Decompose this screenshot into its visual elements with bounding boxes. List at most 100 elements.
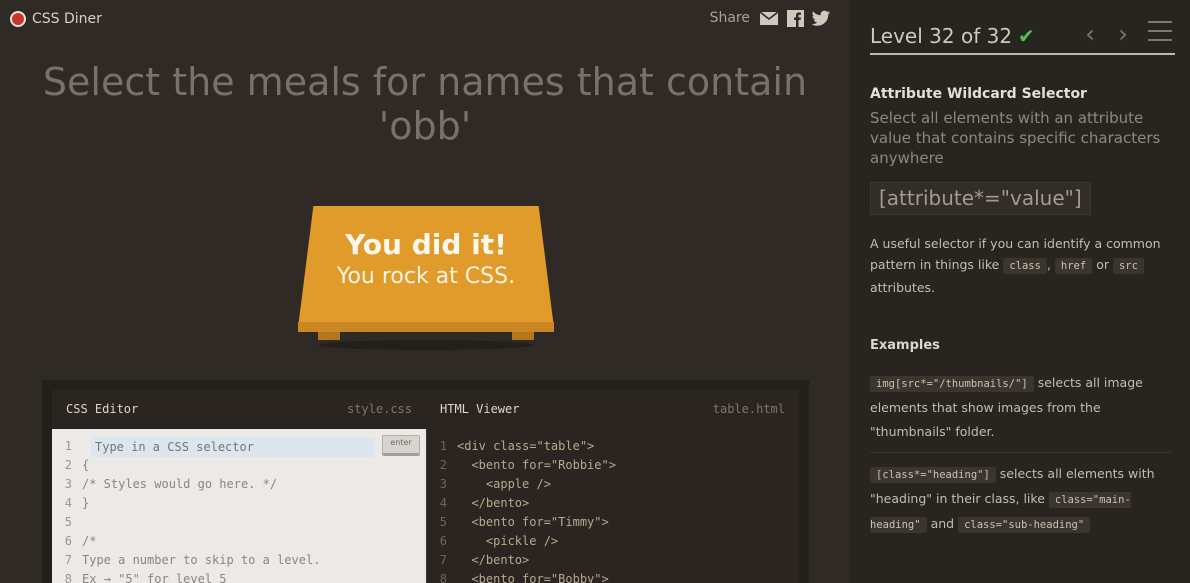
checkmark-icon: ✔ [1018, 24, 1035, 48]
selector-syntax: [attribute*="value"] [870, 182, 1091, 215]
css-editor-title: CSS Editor [66, 402, 139, 416]
code-text: <bento for="Bobby"> [457, 572, 609, 583]
facebook-icon[interactable] [786, 9, 804, 27]
line-number: 3 [439, 477, 447, 491]
menu-icon[interactable] [1148, 21, 1172, 41]
code-line: 5 <bento for="Timmy"> [427, 513, 609, 532]
code-text: Type a number to skip to a level. [82, 553, 321, 567]
code-line: 1 [52, 437, 82, 456]
code-line: 4 </bento> [427, 494, 529, 513]
code-line: 8 Ex → "5" for level 5 [52, 570, 227, 583]
code-line: 8 <bento for="Bobby"> [427, 570, 609, 583]
table-shadow [318, 340, 534, 350]
example-2-code: [class*="heading"] [870, 467, 996, 483]
css-editor-body: enter 12{3/* Styles would go here. */4}5… [52, 429, 426, 583]
html-viewer-body: 1 <div class="table"> 2 <bento for="Robbie… [426, 429, 799, 583]
sidebar: Level 32 of 32 ✔ ‹ › Attribute Wildcard … [850, 0, 1190, 583]
examples-heading: Examples [870, 338, 940, 353]
code-line: 3 /* Styles would go here. */ [52, 475, 277, 494]
code-text: <bento for="Timmy"> [457, 515, 609, 529]
next-level-button[interactable]: › [1113, 20, 1133, 48]
line-number: 1 [64, 439, 72, 453]
css-file-name: style.css [346, 402, 412, 416]
level-instruction: Select the meals for names that contain … [42, 60, 808, 148]
code-line: 6 /* [52, 532, 97, 551]
code-text: /* [82, 534, 97, 548]
share-bar: Share [709, 9, 830, 27]
code-text: /* Styles would go here. */ [82, 477, 278, 491]
hint-tag-src: src [1112, 258, 1144, 274]
level-progress-fill [870, 53, 1175, 55]
line-number: 7 [64, 553, 72, 567]
enter-button[interactable]: enter [382, 435, 420, 456]
line-number: 2 [439, 458, 447, 472]
hint-or: or [1096, 257, 1109, 272]
line-number: 8 [64, 572, 72, 583]
example-2: [class*="heading"] selects all elements … [870, 462, 1175, 537]
code-line: 5 [52, 513, 82, 532]
previous-level-button[interactable]: ‹ [1080, 20, 1100, 48]
win-subtitle: You rock at CSS. [336, 264, 516, 289]
html-viewer-pane: HTML Viewer table.html 1 <div class="tabl… [426, 390, 799, 583]
hint-tag-class: class [1003, 258, 1047, 274]
css-selector-input[interactable] [91, 437, 375, 457]
code-line: 2{ [52, 456, 89, 475]
level-indicator[interactable]: Level 32 of 32 [870, 24, 1012, 48]
selector-hint: A useful selector if you can identify a … [870, 233, 1175, 298]
code-line: 7 Type a number to skip to a level. [52, 551, 321, 570]
line-number: 5 [439, 515, 447, 529]
line-number: 6 [439, 534, 447, 548]
code-text: <bento for="Robbie"> [457, 458, 616, 472]
line-number: 7 [439, 553, 447, 567]
code-text: { [82, 458, 90, 472]
example-1: img[src*="/thumbnails/"] selects all ima… [870, 371, 1175, 444]
html-viewer-header: HTML Viewer table.html [426, 390, 799, 428]
css-editor-pane: CSS Editor style.css enter 12{3/* Styles… [52, 390, 426, 583]
example-2-and: and [930, 516, 955, 531]
email-icon[interactable] [760, 10, 778, 26]
line-number: 3 [64, 477, 72, 491]
dining-table: You did it! You rock at CSS. [298, 206, 554, 350]
level-progress-bar [870, 53, 1175, 55]
code-text: <pickle /> [457, 534, 559, 548]
html-file-name: table.html [712, 402, 785, 416]
code-line: 2 <bento for="Robbie"> [427, 456, 616, 475]
code-editor: CSS Editor style.css enter 12{3/* Styles… [42, 380, 809, 583]
line-number: 1 [439, 439, 447, 453]
selector-name: Attribute Wildcard Selector [870, 86, 1087, 102]
twitter-icon[interactable] [812, 10, 830, 26]
line-number: 6 [64, 534, 72, 548]
line-number: 4 [439, 496, 447, 510]
code-line: 4} [52, 494, 89, 513]
line-number: 8 [439, 572, 447, 583]
logo[interactable]: CSS Diner [10, 11, 102, 27]
code-line: 3 <apple /> [427, 475, 551, 494]
code-text: </bento> [457, 496, 530, 510]
line-number: 2 [64, 458, 72, 472]
app-name: CSS Diner [32, 11, 102, 27]
main-area: CSS Diner Share Select the meals for nam… [0, 0, 850, 583]
code-line: 6 <pickle /> [427, 532, 558, 551]
code-text: Ex → "5" for level 5 [82, 572, 227, 583]
hint-tag-href: href [1054, 258, 1093, 274]
share-label: Share [709, 10, 750, 26]
line-number: 4 [64, 496, 72, 510]
code-line: 7 </bento> [427, 551, 529, 570]
win-title: You did it! [345, 228, 507, 261]
logo-icon [10, 11, 26, 27]
hint-end: attributes. [870, 280, 936, 295]
examples-divider [870, 452, 1172, 453]
code-text: </bento> [457, 553, 530, 567]
level-header: Level 32 of 32 ✔ ‹ › [870, 18, 1175, 54]
html-viewer-title: HTML Viewer [440, 402, 520, 416]
table-edge [298, 322, 554, 332]
code-text: } [82, 496, 90, 510]
css-editor-header: CSS Editor style.css [52, 390, 426, 428]
table-leg [318, 332, 340, 340]
hint-comma: , [1046, 257, 1051, 272]
code-text: <apple /> [457, 477, 551, 491]
line-number: 5 [64, 515, 72, 529]
code-line: 1 <div class="table"> [427, 437, 595, 456]
example-2-code-sub: class="sub-heading" [958, 517, 1091, 533]
code-text: <div class="table"> [457, 439, 595, 453]
